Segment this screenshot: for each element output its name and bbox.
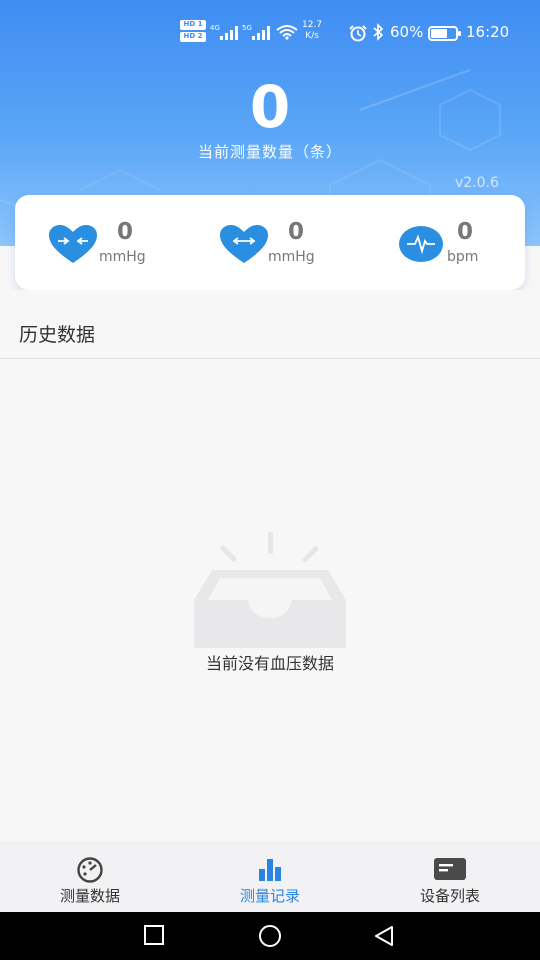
clock: 16:20 [466, 23, 510, 41]
tab-measure-data-label: 测量数据 [59, 887, 120, 905]
measurement-count: 0 [249, 73, 291, 141]
metrics-card: 0 mmHg 0 mmHg 0 bpm [15, 195, 525, 290]
device-icon [434, 858, 466, 880]
bottom-nav: 测量数据 测量记录 设备列表 [0, 842, 540, 912]
tab-measure-records-label: 测量记录 [239, 887, 300, 905]
metric-pulse: 0 bpm [399, 217, 509, 269]
net2-label: 5G [242, 24, 252, 32]
network-speed: 12.7 K/s [302, 20, 322, 42]
pulse-unit: bpm [447, 249, 479, 265]
measurement-count-label: 当前测量数量（条） [197, 143, 342, 161]
bluetooth-icon [373, 23, 384, 41]
hd-badges: HD 1 HD 2 [180, 20, 206, 44]
gauge-icon [77, 857, 103, 883]
back-triangle-icon[interactable] [372, 924, 396, 948]
heart-expand-icon [220, 225, 268, 263]
net1-label: 4G [210, 24, 220, 32]
recents-square-icon[interactable] [143, 924, 165, 946]
signal-4g-icon: 4G [210, 24, 238, 40]
speed-unit: K/s [305, 31, 319, 41]
tab-measure-records[interactable]: 测量记录 [180, 843, 360, 913]
speed-value: 12.7 [302, 20, 323, 30]
home-circle-icon[interactable] [257, 924, 283, 948]
history-header: 历史数据 [0, 290, 540, 359]
bar-chart-icon [259, 859, 281, 881]
diastolic-unit: mmHg [268, 249, 315, 265]
systolic-unit: mmHg [99, 249, 146, 265]
alarm-icon [349, 25, 367, 42]
signal-5g-icon: 5G [242, 24, 270, 40]
diastolic-value: 0 [288, 219, 305, 245]
battery-percent: 60% [390, 23, 424, 41]
empty-state-text: 当前没有血压数据 [205, 654, 334, 673]
history-title: 历史数据 [19, 324, 96, 346]
tab-device-list[interactable]: 设备列表 [360, 843, 540, 913]
wifi-icon [276, 25, 298, 40]
pulse-value: 0 [457, 219, 474, 245]
metric-diastolic: 0 mmHg [218, 217, 338, 269]
app-screen: HD 1 HD 2 4G 5G 12.7 K/s 60% 16:20 0 当前测… [0, 0, 540, 960]
tab-measure-data[interactable]: 测量数据 [0, 843, 180, 913]
heart-compress-icon [49, 225, 97, 263]
hd2-badge: HD 2 [180, 32, 206, 42]
systolic-value: 0 [117, 219, 134, 245]
battery-icon [428, 26, 461, 41]
status-bar: HD 1 HD 2 4G 5G 12.7 K/s 60% 16:20 [0, 16, 540, 48]
version-label: v2.0.6 [455, 175, 499, 191]
hd1-badge: HD 1 [180, 20, 206, 30]
metric-systolic: 0 mmHg [49, 217, 169, 269]
pulse-icon [399, 226, 443, 262]
system-nav-bar [0, 912, 540, 960]
empty-inbox-icon [194, 532, 346, 648]
tab-device-list-label: 设备列表 [419, 887, 480, 905]
